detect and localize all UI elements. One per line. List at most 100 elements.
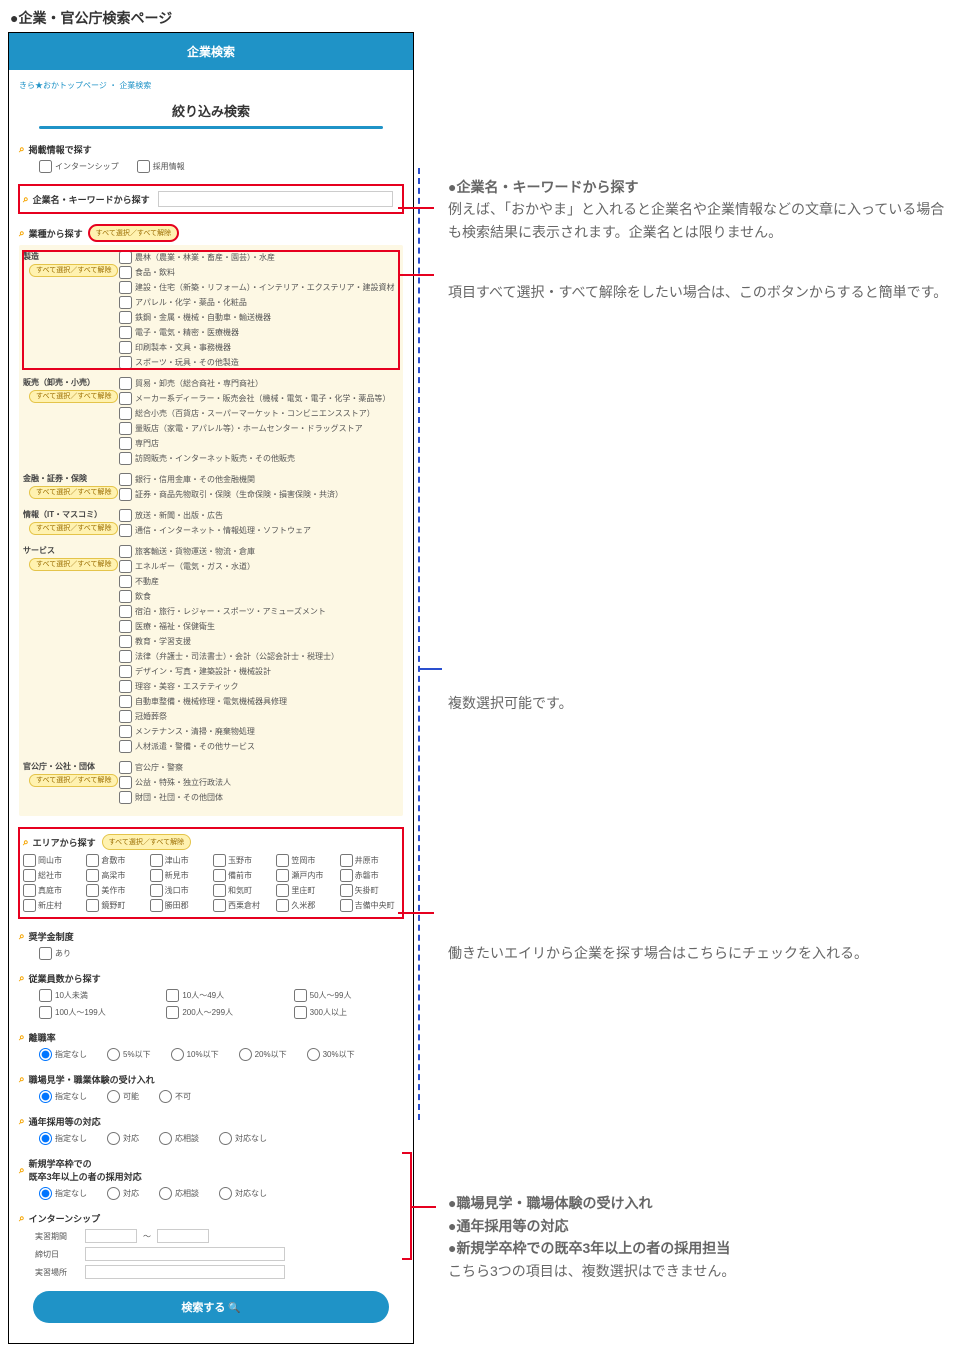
industry-toggle-all[interactable]: すべて選択／すべて解除	[89, 225, 178, 241]
area-item[interactable]: 玉野市	[213, 854, 272, 867]
grad3-option[interactable]: 応相談	[159, 1187, 199, 1200]
turnover-option[interactable]: 10%以下	[171, 1048, 219, 1061]
employees-checkbox[interactable]	[166, 1006, 179, 1019]
posting-checkbox[interactable]	[39, 160, 52, 173]
area-item[interactable]: 総社市	[23, 869, 82, 882]
industry-checkbox[interactable]	[119, 524, 132, 537]
industry-checkbox[interactable]	[119, 560, 132, 573]
industry-item[interactable]: 公益・特殊・独立行政法人	[119, 776, 399, 789]
employees-option[interactable]: 300人以上	[294, 1006, 403, 1019]
industry-checkbox[interactable]	[119, 377, 132, 390]
industry-item[interactable]: 建設・住宅（新築・リフォーム）・インテリア・エクステリア・建設資材	[119, 281, 399, 294]
industry-item[interactable]: メーカー系ディーラー・販売会社（機械・電気・電子・化学・薬品等）	[119, 392, 399, 405]
area-checkbox[interactable]	[86, 899, 99, 912]
industry-item[interactable]: 冠婚葬祭	[119, 710, 399, 723]
area-item[interactable]: 岡山市	[23, 854, 82, 867]
employees-checkbox[interactable]	[294, 1006, 307, 1019]
area-checkbox[interactable]	[340, 869, 353, 882]
turnover-option[interactable]: 5%以下	[107, 1048, 151, 1061]
area-item[interactable]: 瀬戸内市	[276, 869, 335, 882]
area-checkbox[interactable]	[23, 899, 36, 912]
area-item[interactable]: 西栗倉村	[213, 899, 272, 912]
grad3-option[interactable]: 対応	[107, 1187, 139, 1200]
grad3-option[interactable]: 対応なし	[219, 1187, 267, 1200]
industry-checkbox[interactable]	[119, 341, 132, 354]
area-checkbox[interactable]	[276, 869, 289, 882]
grad3-radio[interactable]	[159, 1187, 172, 1200]
industry-checkbox[interactable]	[119, 695, 132, 708]
industry-checkbox[interactable]	[119, 422, 132, 435]
industry-checkbox[interactable]	[119, 575, 132, 588]
grad3-radio[interactable]	[107, 1187, 120, 1200]
area-item[interactable]: 井原市	[340, 854, 399, 867]
area-checkbox[interactable]	[276, 899, 289, 912]
industry-checkbox[interactable]	[119, 710, 132, 723]
area-toggle-all[interactable]: すべて選択／すべて解除	[102, 834, 191, 850]
area-item[interactable]: 真庭市	[23, 884, 82, 897]
turnover-radio[interactable]	[239, 1048, 252, 1061]
turnover-option[interactable]: 30%以下	[307, 1048, 355, 1061]
industry-checkbox[interactable]	[119, 620, 132, 633]
industry-item[interactable]: 宿泊・旅行・レジャー・スポーツ・アミューズメント	[119, 605, 399, 618]
industry-item[interactable]: 自動車整備・機械修理・電気機械器具修理	[119, 695, 399, 708]
area-checkbox[interactable]	[150, 899, 163, 912]
industry-checkbox[interactable]	[119, 665, 132, 678]
employees-option[interactable]: 10人未満	[39, 989, 148, 1002]
industry-checkbox[interactable]	[119, 635, 132, 648]
area-item[interactable]: 里庄町	[276, 884, 335, 897]
employees-option[interactable]: 100人～199人	[39, 1006, 148, 1019]
area-item[interactable]: 浅口市	[150, 884, 209, 897]
industry-item[interactable]: エネルギー（電気・ガス・水道）	[119, 560, 399, 573]
industry-item[interactable]: 訪問販売・インターネット販売・その他販売	[119, 452, 399, 465]
industry-item[interactable]: 医療・福祉・保健衛生	[119, 620, 399, 633]
industry-item[interactable]: スポーツ・玩具・その他製造	[119, 356, 399, 369]
area-checkbox[interactable]	[150, 854, 163, 867]
posting-checkbox[interactable]	[137, 160, 150, 173]
industry-item[interactable]: 官公庁・警察	[119, 761, 399, 774]
visit-radio[interactable]	[39, 1090, 52, 1103]
area-item[interactable]: 備前市	[213, 869, 272, 882]
industry-group-toggle[interactable]: すべて選択／すべて解除	[29, 390, 118, 403]
area-checkbox[interactable]	[23, 854, 36, 867]
industry-checkbox[interactable]	[119, 266, 132, 279]
industry-checkbox[interactable]	[119, 452, 132, 465]
area-checkbox[interactable]	[86, 854, 99, 867]
industry-checkbox[interactable]	[119, 326, 132, 339]
industry-item[interactable]: 専門店	[119, 437, 399, 450]
posting-option[interactable]: インターンシップ	[39, 160, 119, 173]
industry-item[interactable]: 教育・学習支援	[119, 635, 399, 648]
industry-checkbox[interactable]	[119, 356, 132, 369]
employees-option[interactable]: 200人～299人	[166, 1006, 275, 1019]
industry-item[interactable]: 放送・新聞・出版・広告	[119, 509, 399, 522]
intern-period-from[interactable]	[85, 1229, 137, 1243]
turnover-radio[interactable]	[171, 1048, 184, 1061]
yearround-option[interactable]: 対応なし	[219, 1132, 267, 1145]
yearround-option[interactable]: 指定なし	[39, 1132, 87, 1145]
industry-item[interactable]: 量販店（家電・アパレル等）・ホームセンター・ドラッグストア	[119, 422, 399, 435]
scholarship-checkbox[interactable]	[39, 947, 52, 960]
search-submit-button[interactable]: 検索する	[33, 1291, 389, 1323]
area-checkbox[interactable]	[213, 899, 226, 912]
industry-group-toggle[interactable]: すべて選択／すべて解除	[29, 558, 118, 571]
industry-checkbox[interactable]	[119, 680, 132, 693]
area-item[interactable]: 倉敷市	[86, 854, 145, 867]
yearround-radio[interactable]	[159, 1132, 172, 1145]
turnover-option[interactable]: 20%以下	[239, 1048, 287, 1061]
area-checkbox[interactable]	[213, 854, 226, 867]
turnover-option[interactable]: 指定なし	[39, 1048, 87, 1061]
area-checkbox[interactable]	[276, 854, 289, 867]
industry-checkbox[interactable]	[119, 545, 132, 558]
industry-item[interactable]: 農林（農業・林業・畜産・園芸）・水産	[119, 251, 399, 264]
breadcrumb-home[interactable]: きら★おかトップページ	[19, 81, 107, 90]
industry-checkbox[interactable]	[119, 437, 132, 450]
area-item[interactable]: 久米郡	[276, 899, 335, 912]
industry-group-toggle[interactable]: すべて選択／すべて解除	[29, 264, 118, 277]
industry-checkbox[interactable]	[119, 488, 132, 501]
area-item[interactable]: 吉備中央町	[340, 899, 399, 912]
visit-option[interactable]: 指定なし	[39, 1090, 87, 1103]
industry-checkbox[interactable]	[119, 392, 132, 405]
visit-radio[interactable]	[159, 1090, 172, 1103]
area-item[interactable]: 新見市	[150, 869, 209, 882]
industry-item[interactable]: 理容・美容・エステティック	[119, 680, 399, 693]
industry-checkbox[interactable]	[119, 761, 132, 774]
